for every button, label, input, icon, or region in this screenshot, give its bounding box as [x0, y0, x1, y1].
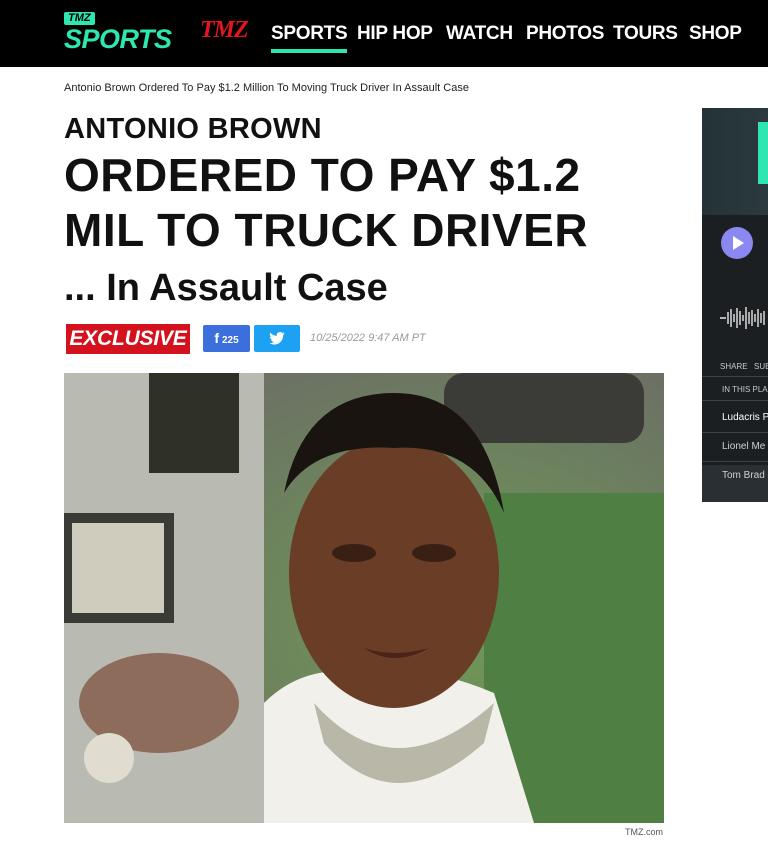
- nav-watch[interactable]: WATCH: [446, 22, 513, 46]
- hero-photo: [64, 373, 664, 823]
- playlist-item[interactable]: Ludacris P: [722, 412, 768, 424]
- nav-photos[interactable]: PHOTOS: [526, 22, 604, 46]
- tmz-sports-logo[interactable]: TMZ SPORTS: [64, 12, 172, 54]
- facebook-share-count: 225: [221, 335, 239, 346]
- twitter-bird-icon: [269, 332, 285, 345]
- nav-sports[interactable]: SPORTS: [271, 22, 348, 53]
- facebook-share-button[interactable]: f 225: [203, 325, 250, 352]
- waveform-icon: [720, 307, 765, 329]
- article-subhead: ... In Assault Case: [64, 267, 388, 309]
- article-kicker: ANTONIO BROWN: [64, 113, 322, 145]
- top-navigation: TMZ SPORTS TMZ SPORTS HIP HOP WATCH PHOT…: [0, 0, 768, 67]
- publish-timestamp: 10/25/2022 9:47 AM PT: [310, 332, 426, 344]
- logo-text: SPORTS: [64, 24, 172, 54]
- audio-player-widget: SHARE SUB IN THIS PLA Ludacris P Lionel …: [702, 108, 768, 502]
- nav-hip-hop[interactable]: HIP HOP: [357, 22, 433, 46]
- exclusive-badge: EXCLUSIVE: [66, 324, 190, 354]
- subscribe-button[interactable]: SUB: [754, 362, 768, 372]
- facebook-icon: f: [214, 330, 219, 346]
- playlist-item[interactable]: Tom Brad: [722, 470, 765, 482]
- share-button[interactable]: SHARE: [720, 362, 748, 372]
- nav-tours[interactable]: TOURS: [613, 22, 678, 46]
- article-hero-image[interactable]: [64, 373, 664, 823]
- nav-shop[interactable]: SHOP: [689, 22, 742, 46]
- tmz-logo[interactable]: TMZ: [200, 16, 249, 44]
- breadcrumb[interactable]: Antonio Brown Ordered To Pay $1.2 Millio…: [64, 81, 469, 95]
- player-artwork: [702, 108, 768, 215]
- playlist-item[interactable]: Lionel Me: [722, 441, 765, 453]
- play-icon[interactable]: [721, 227, 753, 259]
- twitter-share-button[interactable]: [254, 325, 300, 352]
- article-headline: ORDERED TO PAY $1.2 MIL TO TRUCK DRIVER: [64, 149, 589, 256]
- playlist-header: IN THIS PLA: [722, 385, 768, 394]
- image-credit: TMZ.com: [625, 827, 663, 837]
